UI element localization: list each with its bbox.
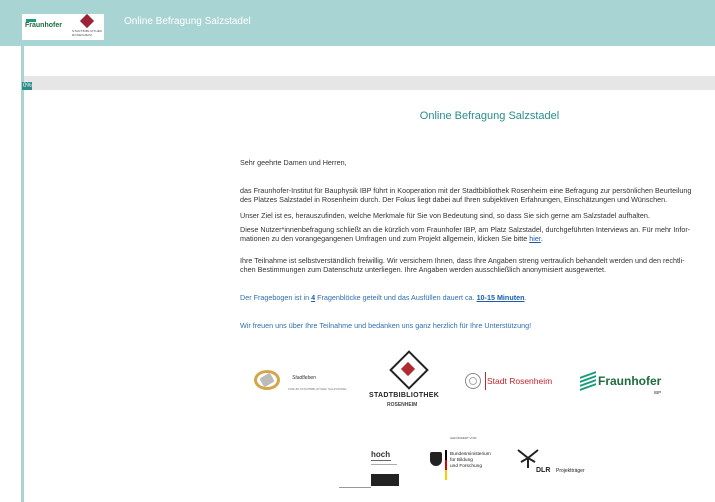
- greeting: Sehr geehrte Damen und Herren,: [240, 158, 347, 167]
- bmbf-text: Bundesministerium für Bildung und Forsch…: [450, 452, 491, 470]
- app-title: Online Befragung Salzstadel: [124, 16, 251, 27]
- privacy-line-2: chen Bestimmungen zum Datenschutz unterl…: [240, 265, 606, 274]
- stadtbibliothek-sub: ROSENHEIM: [387, 402, 418, 408]
- fraunhofer-logo: Fraunhofer IBP: [580, 371, 670, 400]
- dlr-sub: Projektträger: [556, 468, 585, 474]
- rosenheim-label: Stadt Rosenheim: [487, 376, 553, 386]
- rosenheim-seal-inner-icon: [469, 377, 477, 385]
- stadtleben-label: Stadtleben: [292, 375, 316, 381]
- divider-line: [339, 487, 371, 488]
- progress-label: 0%: [23, 83, 32, 89]
- duration-pre: Der Fragebogen ist in: [240, 293, 310, 302]
- goal-paragraph: Unser Ziel ist es, herauszufinden, welch…: [240, 211, 650, 220]
- info-line-1: Diese Nutzer*innenbefragung schließt an …: [240, 225, 691, 234]
- intro-paragraph: das Fraunhofer-Institut für Bauphysik IB…: [240, 186, 715, 204]
- fraunhofer-label: Fraunhofer: [598, 374, 662, 388]
- privacy-paragraph: Ihre Teilnahme ist selbstverständlich fr…: [240, 256, 715, 274]
- hoch-label: hoch: [371, 450, 391, 459]
- german-flag-icon: [445, 450, 447, 480]
- bmbf-logo: GEFÖRDERT VOM Bundesministerium für Bild…: [428, 436, 498, 492]
- fraunhofer-sub: IBP: [654, 390, 662, 395]
- hoch-line: [371, 460, 391, 461]
- duration-paragraph: Der Fragebogen ist in 4 Fragenblöcke get…: [240, 293, 527, 302]
- info-link[interactable]: hier: [529, 234, 541, 243]
- thanks-paragraph: Wir freuen uns über Ihre Teilnahme und b…: [240, 321, 532, 330]
- page-title: Online Befragung Salzstadel: [419, 110, 560, 122]
- left-rail: [21, 46, 24, 502]
- duration-time: 10-15 Minuten: [476, 293, 525, 302]
- dlr-label: DLR: [536, 467, 551, 474]
- stadt-rosenheim-logo: Stadt Rosenheim: [465, 370, 565, 394]
- rosenheim-divider: [485, 372, 486, 390]
- top-bar: Fraunhofer STADTBIBLIOTHEK ROSENHEIM Onl…: [0, 0, 715, 46]
- stadtbibliothek-label: STADTBIBLIOTHEK: [369, 392, 440, 399]
- block-count: 4: [311, 293, 316, 302]
- bmbf-line-3: und Forschung: [450, 464, 482, 469]
- stadtleben-logo: Stadtleben FORUM STADTBIBLIOTHEK SALZSTA…: [252, 368, 348, 398]
- info-line-2: mationen zu den vorangegangenen Umfragen…: [240, 234, 528, 243]
- info-paragraph: Diese Nutzer*innenbefragung schließt an …: [240, 225, 715, 243]
- header-logos: Fraunhofer STADTBIBLIOTHEK ROSENHEIM: [22, 13, 104, 40]
- intro-line-2: des Platzes Salzstadel in Rosenheim durc…: [240, 195, 668, 204]
- eagle-icon: [430, 452, 442, 466]
- stadtbibliothek-mini-logo: STADTBIBLIOTHEK ROSENHEIM: [72, 29, 103, 37]
- fraunhofer-bars-icon: [580, 371, 596, 391]
- intro-line-1: das Fraunhofer-Institut für Bauphysik IB…: [240, 186, 692, 195]
- stadtleben-sub: FORUM STADTBIBLIOTHEK SALZSTADEL: [288, 387, 347, 391]
- hoch-logo: hoch: [368, 446, 402, 490]
- hoch-block-icon: [371, 474, 399, 486]
- privacy-line-1: Ihre Teilnahme ist selbstverständlich fr…: [240, 256, 685, 265]
- dlr-logo: DLR Projektträger: [514, 446, 610, 478]
- bmbf-top: GEFÖRDERT VOM: [450, 436, 477, 440]
- duration-mid: Fragenblöcke geteilt und das Ausfüllen d…: [317, 293, 475, 302]
- hoch-line-2: [371, 464, 397, 465]
- stadtbibliothek-logo: STADTBIBLIOTHEK ROSENHEIM: [368, 350, 446, 412]
- fraunhofer-mini-logo: Fraunhofer: [25, 22, 62, 29]
- progress-track: [24, 76, 715, 90]
- stadtbibliothek-mini-icon: [79, 13, 95, 29]
